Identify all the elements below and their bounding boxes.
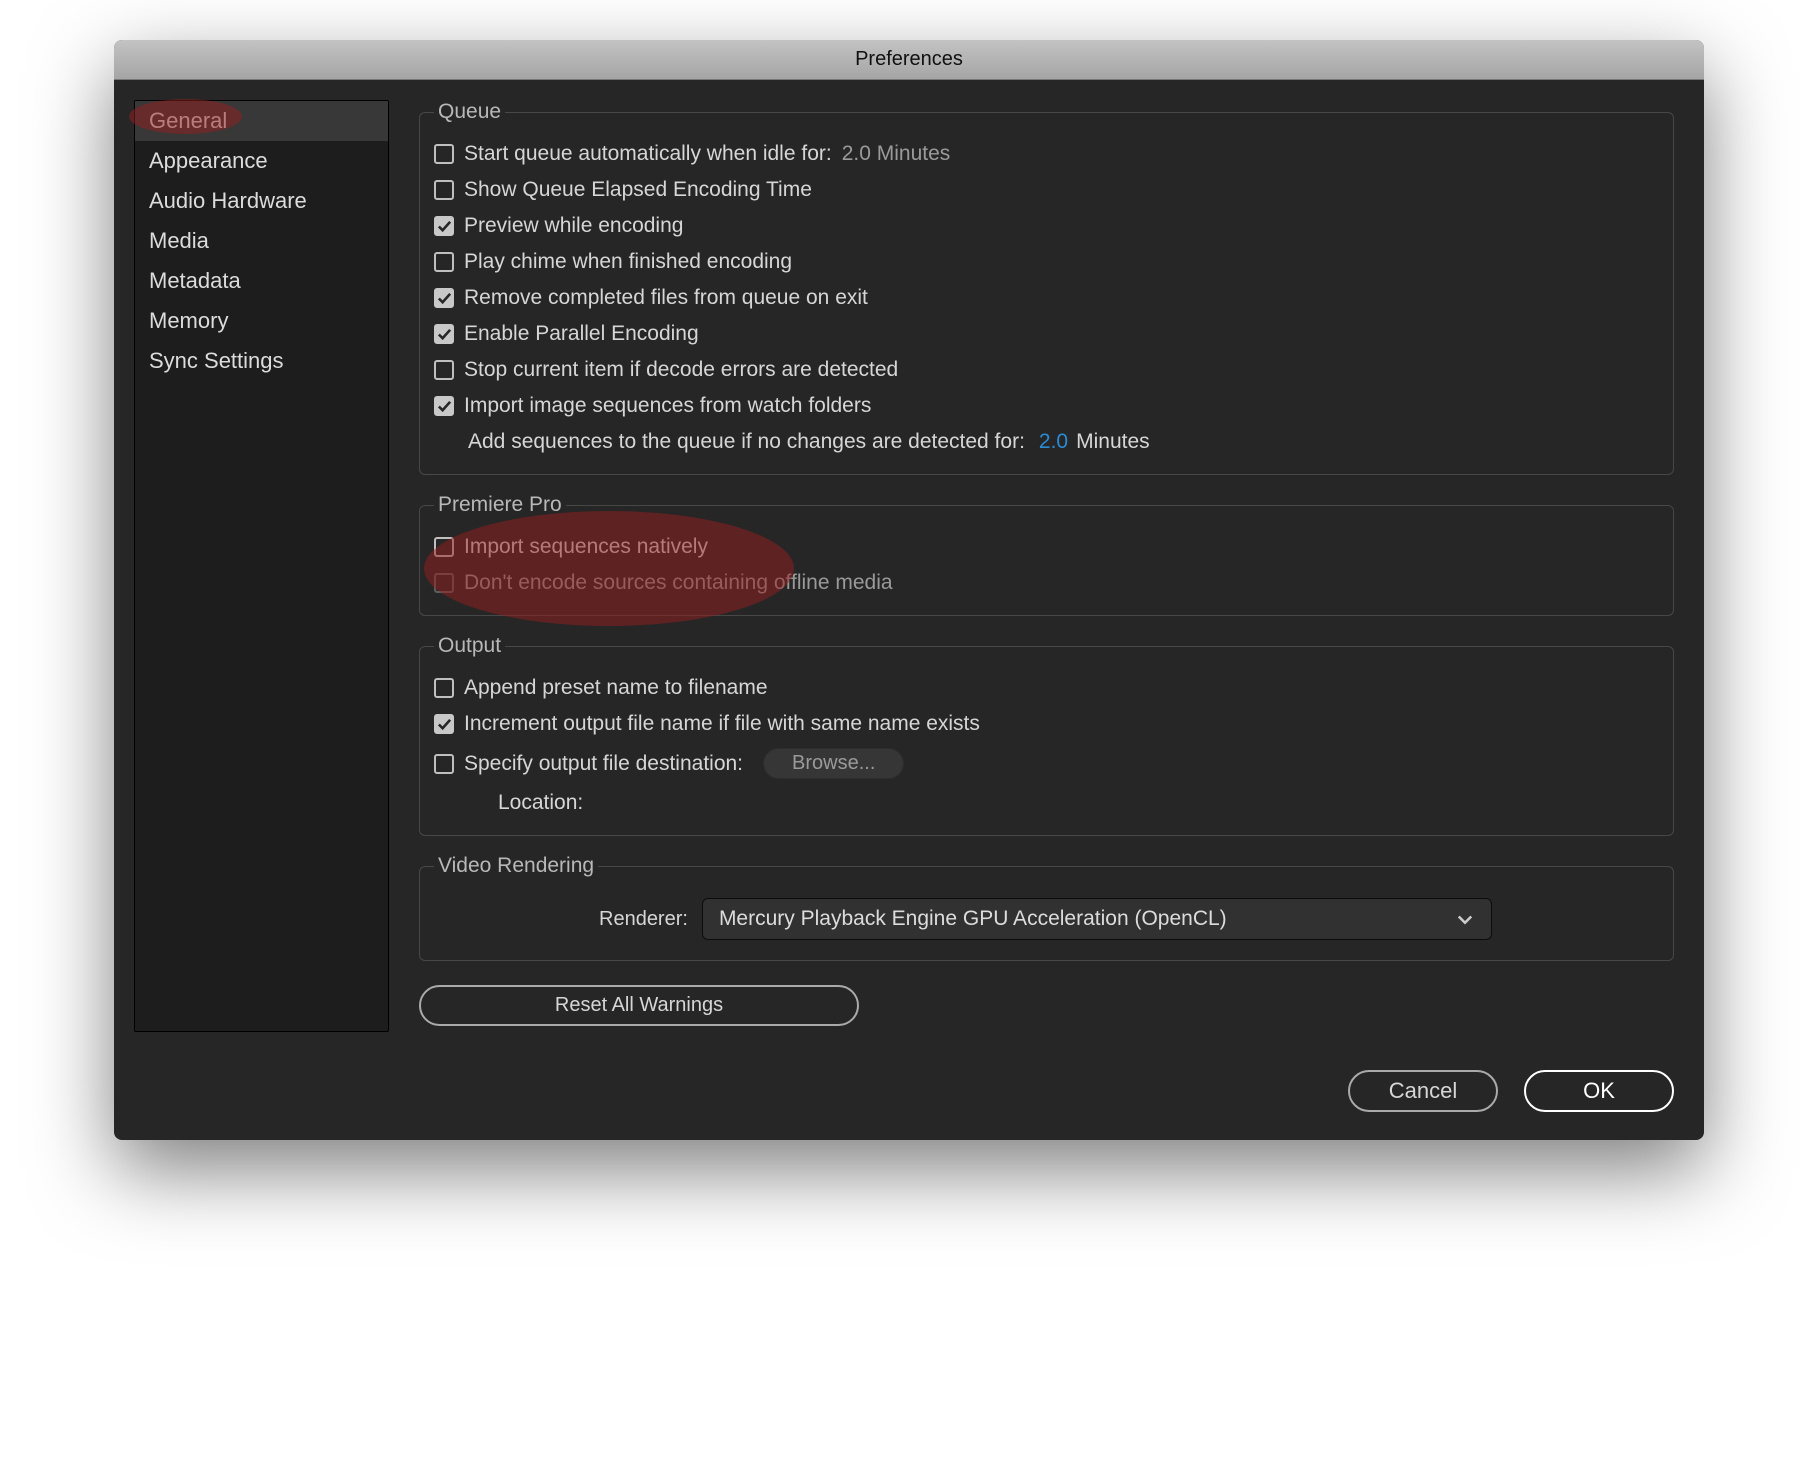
label: Preview while encoding	[464, 214, 683, 238]
label: Add sequences to the queue if no changes…	[468, 430, 1025, 454]
label: Enable Parallel Encoding	[464, 322, 699, 346]
row-dont-encode-offline: Don't encode sources containing offline …	[434, 565, 1659, 601]
row-add-sequences: Add sequences to the queue if no changes…	[434, 424, 1659, 460]
renderer-select[interactable]: Mercury Playback Engine GPU Acceleration…	[702, 898, 1492, 940]
chevron-down-icon	[1455, 909, 1475, 929]
checkbox-remove-completed[interactable]	[434, 288, 454, 308]
label: Stop current item if decode errors are d…	[464, 358, 898, 382]
unit-add-sequences: Minutes	[1076, 430, 1150, 454]
group-legend: Video Rendering	[434, 854, 598, 878]
group-legend: Output	[434, 634, 505, 658]
checkbox-show-elapsed[interactable]	[434, 180, 454, 200]
checkbox-specify-dest[interactable]	[434, 754, 454, 774]
row-start-idle: Start queue automatically when idle for:…	[434, 136, 1659, 172]
sidebar-item-appearance[interactable]: Appearance	[135, 141, 388, 181]
value-start-idle: 2.0 Minutes	[842, 142, 951, 166]
checkbox-append-preset[interactable]	[434, 678, 454, 698]
group-video-rendering: Video Rendering Renderer: Mercury Playba…	[419, 854, 1674, 961]
row-remove-completed: Remove completed files from queue on exi…	[434, 280, 1659, 316]
ok-button[interactable]: OK	[1524, 1070, 1674, 1112]
sidebar-item-sync-settings[interactable]: Sync Settings	[135, 341, 388, 381]
row-play-chime: Play chime when finished encoding	[434, 244, 1659, 280]
group-output: Output Append preset name to filename In…	[419, 634, 1674, 836]
row-stop-decode: Stop current item if decode errors are d…	[434, 352, 1659, 388]
check-icon	[437, 717, 452, 732]
checkbox-stop-decode[interactable]	[434, 360, 454, 380]
renderer-value: Mercury Playback Engine GPU Acceleration…	[719, 907, 1227, 931]
sidebar-item-audio-hardware[interactable]: Audio Hardware	[135, 181, 388, 221]
sidebar-item-label: Metadata	[149, 268, 241, 293]
sidebar-item-media[interactable]: Media	[135, 221, 388, 261]
group-legend: Premiere Pro	[434, 493, 566, 517]
row-import-watch: Import image sequences from watch folder…	[434, 388, 1659, 424]
row-renderer: Renderer: Mercury Playback Engine GPU Ac…	[434, 890, 1659, 946]
sidebar-item-label: Audio Hardware	[149, 188, 307, 213]
checkbox-import-native[interactable]	[434, 537, 454, 557]
row-parallel-encoding: Enable Parallel Encoding	[434, 316, 1659, 352]
row-import-native: Import sequences natively	[434, 529, 1659, 565]
sidebar-item-label: General	[149, 108, 227, 133]
check-icon	[437, 399, 452, 414]
browse-button[interactable]: Browse...	[763, 748, 904, 779]
label: Play chime when finished encoding	[464, 250, 792, 274]
group-queue: Queue Start queue automatically when idl…	[419, 100, 1674, 475]
row-increment-output: Increment output file name if file with …	[434, 706, 1659, 742]
label: Remove completed files from queue on exi…	[464, 286, 868, 310]
sidebar-item-label: Memory	[149, 308, 228, 333]
sidebar-item-metadata[interactable]: Metadata	[135, 261, 388, 301]
group-legend: Queue	[434, 100, 505, 124]
reset-warnings-button[interactable]: Reset All Warnings	[419, 985, 859, 1026]
sidebar-item-label: Sync Settings	[149, 348, 284, 373]
checkbox-play-chime[interactable]	[434, 252, 454, 272]
reset-warnings-row: Reset All Warnings	[419, 979, 1674, 1032]
group-premiere: Premiere Pro Import sequences natively D…	[419, 493, 1674, 616]
label: Increment output file name if file with …	[464, 712, 980, 736]
label: Start queue automatically when idle for:	[464, 142, 832, 166]
row-preview-encoding: Preview while encoding	[434, 208, 1659, 244]
label: Show Queue Elapsed Encoding Time	[464, 178, 812, 202]
sidebar-item-general[interactable]: General	[135, 101, 388, 141]
window-content: General Appearance Audio Hardware Media …	[114, 80, 1704, 1052]
main-panel: Queue Start queue automatically when idl…	[419, 100, 1684, 1032]
row-show-elapsed: Show Queue Elapsed Encoding Time	[434, 172, 1659, 208]
checkbox-import-watch[interactable]	[434, 396, 454, 416]
checkbox-start-idle[interactable]	[434, 144, 454, 164]
row-specify-dest: Specify output file destination: Browse.…	[434, 742, 1659, 785]
label: Don't encode sources containing offline …	[464, 571, 893, 595]
checkbox-increment-output[interactable]	[434, 714, 454, 734]
window-titlebar: Preferences	[114, 40, 1704, 80]
value-add-sequences[interactable]: 2.0	[1039, 430, 1068, 454]
label-renderer: Renderer:	[599, 908, 688, 931]
checkbox-preview-encoding[interactable]	[434, 216, 454, 236]
cancel-button[interactable]: Cancel	[1348, 1070, 1498, 1112]
checkbox-parallel-encoding[interactable]	[434, 324, 454, 344]
label: Specify output file destination:	[464, 752, 743, 776]
sidebar: General Appearance Audio Hardware Media …	[134, 100, 389, 1032]
window-title: Preferences	[855, 48, 963, 71]
check-icon	[437, 291, 452, 306]
sidebar-item-memory[interactable]: Memory	[135, 301, 388, 341]
dialog-button-bar: Cancel OK	[114, 1052, 1704, 1140]
label-location: Location:	[498, 791, 583, 815]
label: Import image sequences from watch folder…	[464, 394, 871, 418]
label: Append preset name to filename	[464, 676, 768, 700]
sidebar-item-label: Media	[149, 228, 209, 253]
label: Import sequences natively	[464, 535, 708, 559]
check-icon	[437, 327, 452, 342]
row-location: Location:	[434, 785, 1659, 821]
sidebar-item-label: Appearance	[149, 148, 268, 173]
preferences-window: Preferences General Appearance Audio Har…	[114, 40, 1704, 1140]
checkbox-dont-encode-offline	[434, 573, 454, 593]
check-icon	[437, 219, 452, 234]
row-append-preset: Append preset name to filename	[434, 670, 1659, 706]
